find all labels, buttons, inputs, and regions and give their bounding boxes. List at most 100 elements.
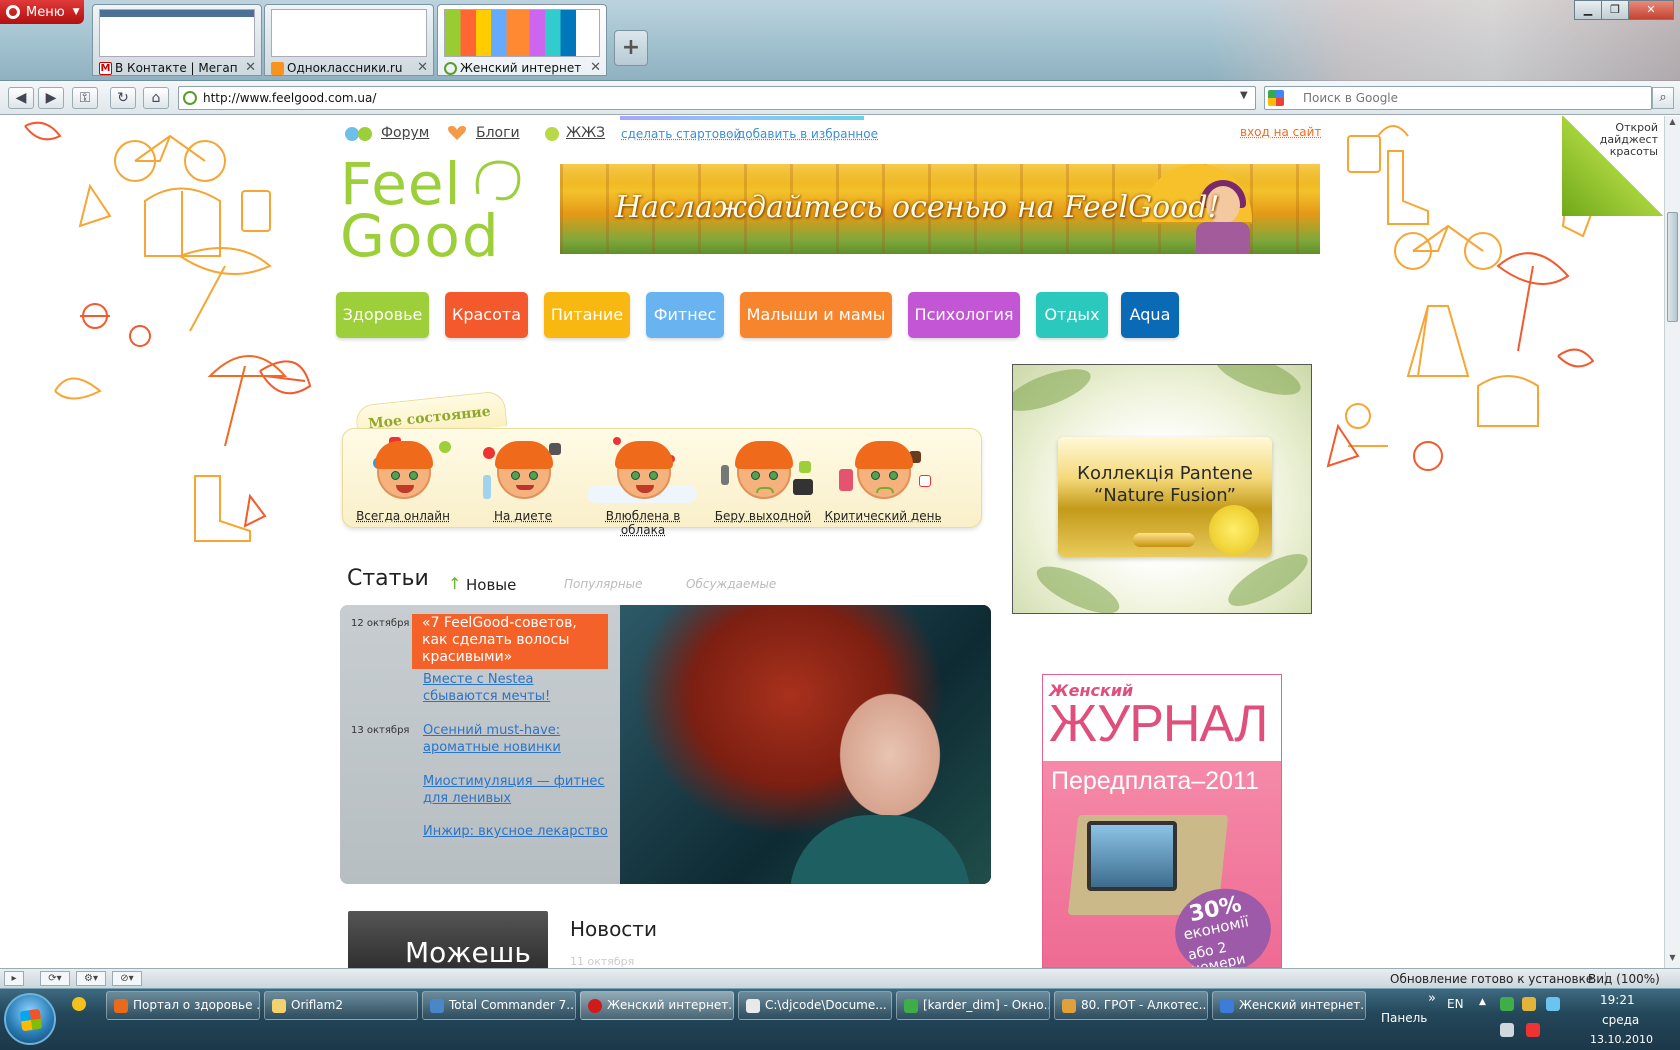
nav-health[interactable]: Здоровье <box>336 292 429 338</box>
nav-kids-moms[interactable]: Малыши и мамы <box>740 292 892 338</box>
taskbar-item[interactable]: 80. ГРОТ - Алкотес... <box>1054 991 1208 1020</box>
mood-day-off[interactable]: Беру выходной <box>703 429 823 529</box>
tab-close-icon[interactable]: ✕ <box>590 60 601 75</box>
page-scrollbar[interactable]: ▲ ▼ <box>1664 116 1680 968</box>
taskbar-item[interactable]: Портал о здоровье ... <box>106 991 260 1020</box>
forum-owls-icon <box>344 123 374 143</box>
logo-line-2: Good <box>340 202 501 270</box>
make-start-page-link[interactable]: сделать стартовой <box>621 127 741 141</box>
news-thumbnail[interactable]: Можешь <box>348 911 548 968</box>
article-link[interactable]: Осенний must-have: ароматные новинки <box>423 722 608 756</box>
pantene-ad[interactable]: Коллекція Pantene “Nature Fusion” <box>1012 364 1312 614</box>
tab-popular-articles[interactable]: Популярные <box>564 577 643 591</box>
site-favicon-icon <box>183 91 197 105</box>
mood-on-diet[interactable]: На диете <box>463 429 583 529</box>
mood-label[interactable]: На диете <box>463 509 583 523</box>
url-history-dropdown-icon[interactable]: ▼ <box>1240 90 1248 101</box>
tab-feelgood[interactable]: Женский интернет-... ✕ <box>437 4 607 76</box>
taskbar-item-label: Женский интернет... <box>607 998 734 1012</box>
add-favorites-link[interactable]: добавить в избранное <box>737 127 878 141</box>
window-close-button[interactable]: ✕ <box>1628 0 1674 20</box>
taskbar-item[interactable]: Oriflam2 <box>264 991 418 1020</box>
nav-aqua[interactable]: Aqua <box>1121 292 1179 338</box>
tray-expand-icon[interactable]: ▲ <box>1479 997 1486 1007</box>
minimize-button[interactable]: ▁ <box>1574 0 1602 20</box>
autumn-banner[interactable]: Наслаждайтесь осенью на FeelGood! <box>560 164 1320 254</box>
beauty-digest-corner[interactable]: Открой дайджест красоты <box>1562 116 1664 216</box>
article-link[interactable]: Инжир: вкусное лекарство <box>423 823 608 840</box>
scroll-down-icon[interactable]: ▼ <box>1665 953 1680 967</box>
mood-label[interactable]: Влюблена в облака <box>583 509 703 537</box>
key-icon[interactable]: ⚿ <box>72 87 98 109</box>
tray-app-icon[interactable] <box>1546 997 1560 1011</box>
tab-close-icon[interactable]: ✕ <box>417 60 428 75</box>
unite-icon[interactable]: ⊘▾ <box>112 971 142 986</box>
mood-widget: Мое состояние Всегда онлайн На диете Влю… <box>342 390 982 622</box>
mood-critical-day[interactable]: Критический день <box>823 429 943 529</box>
mood-label[interactable]: Всегда онлайн <box>343 509 463 523</box>
tab-vkontakte[interactable]: M В Контакте | Мегапо... ✕ <box>92 4 262 76</box>
mood-label[interactable]: Критический день <box>823 509 943 523</box>
nav-fitness[interactable]: Фитнес <box>646 292 724 338</box>
clock-time[interactable]: 19:21 <box>1600 993 1635 1007</box>
sync-icon[interactable]: ⟳▾ <box>40 971 70 986</box>
tray-app-icon[interactable] <box>1526 1023 1540 1037</box>
taskbar-item[interactable]: Женский интернет... <box>580 991 734 1020</box>
odnoklassniki-favicon-icon <box>271 62 284 75</box>
nav-nutrition[interactable]: Питание <box>544 292 630 338</box>
tray-panel-label[interactable]: Панель <box>1381 1011 1427 1025</box>
taskbar-item[interactable]: C:\djcode\Docume... <box>738 991 892 1020</box>
scroll-up-icon[interactable]: ▲ <box>1665 117 1680 131</box>
taskbar-item[interactable]: Женский интернет... <box>1212 991 1366 1020</box>
mood-eye <box>649 471 658 480</box>
document-icon <box>1062 999 1076 1013</box>
nav-beauty[interactable]: Красота <box>445 292 528 338</box>
turbo-icon[interactable]: ⚙▾ <box>76 971 106 986</box>
radiation-icon[interactable] <box>72 997 86 1011</box>
featured-photo[interactable] <box>620 605 991 884</box>
zoom-level[interactable]: Вид (100%) <box>1588 972 1660 986</box>
new-tab-button[interactable]: + <box>614 30 648 66</box>
tab-new-articles[interactable]: Новые <box>466 576 516 594</box>
article-link[interactable]: Миостимуляция — фитнес для ленивых <box>423 773 608 807</box>
forward-button[interactable]: ▶ <box>38 87 64 109</box>
restore-button[interactable]: ❐ <box>1601 0 1629 20</box>
reload-button[interactable]: ↻ <box>110 87 136 109</box>
article-link[interactable]: Вместе с Nestea сбываются мечты! <box>423 671 608 705</box>
forum-link[interactable]: Форум <box>381 125 429 141</box>
mood-always-online[interactable]: Всегда онлайн <box>343 429 463 529</box>
scrollbar-thumb[interactable] <box>1667 212 1678 322</box>
firefox-icon <box>114 999 128 1013</box>
search-input[interactable] <box>1264 86 1652 110</box>
back-button[interactable]: ◀ <box>8 87 34 109</box>
featured-article-link[interactable]: «7 FeelGood-советов, как сделать волосы … <box>412 614 608 669</box>
tab-discussed-articles[interactable]: Обсуждаемые <box>686 577 776 591</box>
language-indicator[interactable]: EN <box>1447 997 1464 1011</box>
tray-app-icon[interactable] <box>1522 997 1536 1011</box>
logo-swirl-icon <box>475 160 521 201</box>
tab-odnoklassniki[interactable]: Одноклассники.ru ✕ <box>264 4 434 76</box>
nav-psychology[interactable]: Психология <box>908 292 1020 338</box>
url-input[interactable] <box>178 86 1256 110</box>
mood-label[interactable]: Беру выходной <box>703 509 823 523</box>
tab-close-icon[interactable]: ✕ <box>245 60 256 75</box>
journal-subscription-ad[interactable]: Женский ЖУРНАЛ Передплата–2011 30% еконо… <box>1042 674 1282 968</box>
toolbar-expand-icon[interactable]: » <box>1428 991 1436 1006</box>
google-search-engine-icon[interactable] <box>1268 90 1284 106</box>
zhzh-link[interactable]: ЖЖЗ <box>566 125 605 141</box>
news-heading: Новости <box>570 917 657 941</box>
mood-in-love[interactable]: Влюблена в облака <box>583 429 703 537</box>
network-icon[interactable] <box>1500 997 1514 1011</box>
opera-menu-button[interactable]: Меню ▼ <box>0 0 84 24</box>
start-button[interactable] <box>4 993 56 1045</box>
panel-toggle-icon[interactable]: ▸ <box>4 971 24 986</box>
search-go-button[interactable]: ⌕ <box>1652 87 1674 109</box>
login-link[interactable]: вход на сайт <box>1240 125 1321 139</box>
taskbar-item[interactable]: [karder_dim] - Окно... <box>896 991 1050 1020</box>
blogs-link[interactable]: Блоги <box>476 125 520 141</box>
taskbar-item[interactable]: Total Commander 7.... <box>422 991 576 1020</box>
volume-icon[interactable] <box>1500 1023 1514 1037</box>
home-button[interactable]: ⌂ <box>143 87 169 109</box>
nav-leisure[interactable]: Отдых <box>1036 292 1108 338</box>
mood-eye <box>631 471 640 480</box>
